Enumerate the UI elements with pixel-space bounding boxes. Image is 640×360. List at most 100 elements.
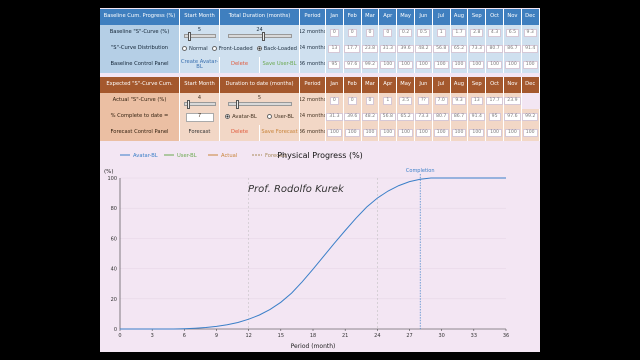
option-user-bl[interactable]: User-BL	[267, 113, 294, 120]
baseline-value-cell: 48.2	[415, 41, 433, 57]
create-avatar-bl-button[interactable]: Create Avatar-BL	[180, 57, 220, 73]
expected-value-cell: 65.2	[397, 109, 415, 125]
expected-period-header: Period	[300, 77, 326, 93]
forecast-delete-button[interactable]: Delete	[220, 125, 260, 141]
complete-input-cell: 7	[180, 109, 220, 125]
baseline-value-cell: 1.7	[450, 25, 469, 41]
baseline-duration-control: 24	[220, 25, 300, 41]
expected-value-cell: 100	[379, 125, 398, 141]
value-box: 56.8	[433, 44, 450, 54]
baseline-duration-header: Total Duration (months)	[220, 9, 300, 25]
baseline-control-label: Baseline Control Panel	[100, 57, 180, 73]
value-box: 0	[365, 96, 375, 106]
value-box: 56.8	[379, 112, 396, 122]
option-user-bl-label: User-BL	[274, 113, 294, 120]
slider-knob[interactable]	[187, 100, 191, 109]
baseline-value-cell: 0.5	[415, 25, 433, 41]
baseline-period-12: 12 months	[300, 25, 326, 41]
y-tick-label: 20	[111, 297, 117, 303]
expected-value-cell: 3.5	[397, 93, 415, 109]
value-box: 0	[383, 28, 393, 38]
baseline-value-cell: 6.5	[504, 25, 522, 41]
value-box: 80.7	[433, 112, 450, 122]
x-tick-label: 15	[278, 333, 284, 339]
baseline-value-cell: 73.3	[468, 41, 487, 57]
baseline-value-cell: 100	[432, 57, 451, 73]
distribution-front-loaded[interactable]: Front-Loaded	[211, 45, 253, 52]
value-box: 13	[470, 96, 483, 106]
value-box: 97.6	[344, 60, 361, 70]
expected-value-cell: 99.2	[521, 109, 540, 125]
baseline-period-36: 36 months	[300, 57, 326, 73]
distribution-back-loaded[interactable]: Back-Loaded	[256, 45, 297, 52]
x-tick-label: 3	[151, 333, 154, 339]
baseline-value-cell: 100	[486, 57, 504, 73]
baseline-month-header-6: Jul	[432, 9, 451, 25]
distribution-back-label: Back-Loaded	[263, 45, 297, 52]
baseline-value-cell: 23.8	[361, 41, 380, 57]
x-tick-label: 21	[342, 333, 348, 339]
expected-duration-slider[interactable]	[227, 100, 292, 109]
expected-value-cell: 91.4	[468, 109, 487, 125]
baseline-delete-button[interactable]: Delete	[220, 57, 260, 73]
slider-knob[interactable]	[261, 32, 265, 41]
baseline-start-slider[interactable]	[183, 32, 216, 41]
save-user-bl-button[interactable]: Save User-BL	[260, 57, 300, 73]
baseline-curve-row: Baseline "S"-Curve (%) 5 24 12 months 00…	[100, 25, 540, 41]
expected-value-cell: 17.7	[486, 93, 504, 109]
value-box: 3.5	[398, 96, 413, 106]
expected-value-cell: 100	[468, 125, 487, 141]
chart-title: Physical Progress (%)	[277, 151, 363, 160]
value-box: 86.7	[504, 44, 521, 54]
value-box: 99.2	[522, 112, 539, 122]
value-box: 65.2	[397, 112, 414, 122]
distribution-front-label: Front-Loaded	[218, 45, 253, 52]
distribution-normal[interactable]: Normal	[181, 45, 208, 52]
value-box: 100	[451, 60, 467, 70]
value-box: 48.2	[415, 44, 432, 54]
value-box: 23.9	[504, 96, 521, 106]
baseline-month-header-2: Mar	[361, 9, 380, 25]
baseline-progress-header: Baseline Cum. Progress (%)	[100, 9, 180, 25]
radio-icon	[181, 45, 187, 51]
baseline-value-cell: 9.3	[521, 25, 540, 41]
series-line	[120, 177, 506, 330]
value-box: 0	[329, 96, 339, 106]
baseline-start-value: 5	[197, 26, 202, 33]
y-tick-label: 0	[114, 327, 117, 333]
slider-knob[interactable]	[235, 100, 239, 109]
legend-label: Actual	[221, 153, 237, 159]
baseline-value-cell: 0	[361, 25, 380, 41]
complete-input[interactable]: 7	[185, 112, 214, 122]
baseline-month-header-5: Jun	[415, 9, 433, 25]
value-box: 0	[347, 28, 357, 38]
save-forecast-button[interactable]: Save Forecast	[260, 125, 300, 141]
expected-progress-header: Expected "S"-Curve Cum.	[100, 77, 180, 93]
baseline-value-cell: 100	[415, 57, 433, 73]
expected-value-cell: 100	[486, 125, 504, 141]
value-box: 73.3	[468, 44, 485, 54]
expected-month-header-4: May	[397, 77, 415, 93]
expected-period-12: 12 months	[300, 93, 326, 109]
slider-knob[interactable]	[187, 32, 191, 41]
value-box: 100	[487, 128, 502, 138]
legend-label: User-BL	[177, 153, 197, 159]
distribution-normal-label: Normal	[188, 45, 208, 52]
completion-label: Completion	[406, 168, 435, 174]
radio-selected-icon	[225, 113, 231, 119]
expected-value-cell: 9.3	[450, 93, 469, 109]
value-box: 95	[328, 60, 341, 70]
radio-icon	[267, 113, 273, 119]
baseline-duration-slider[interactable]	[227, 32, 292, 41]
value-box: 13	[328, 44, 341, 54]
forecast-button[interactable]: Forecast	[180, 125, 220, 141]
value-box: 1.7	[452, 28, 466, 38]
expected-start-slider[interactable]	[183, 100, 216, 109]
value-box: 73.3	[415, 112, 432, 122]
expected-value-cell: 13	[468, 93, 487, 109]
baseline-value-cell: 91.4	[521, 41, 540, 57]
option-avatar-bl[interactable]: Avatar-BL	[225, 113, 257, 120]
forecast-control-label: Forecast Control Panel	[100, 125, 180, 141]
baseline-value-cell: 100	[468, 57, 487, 73]
expected-value-cell: 100	[343, 125, 362, 141]
